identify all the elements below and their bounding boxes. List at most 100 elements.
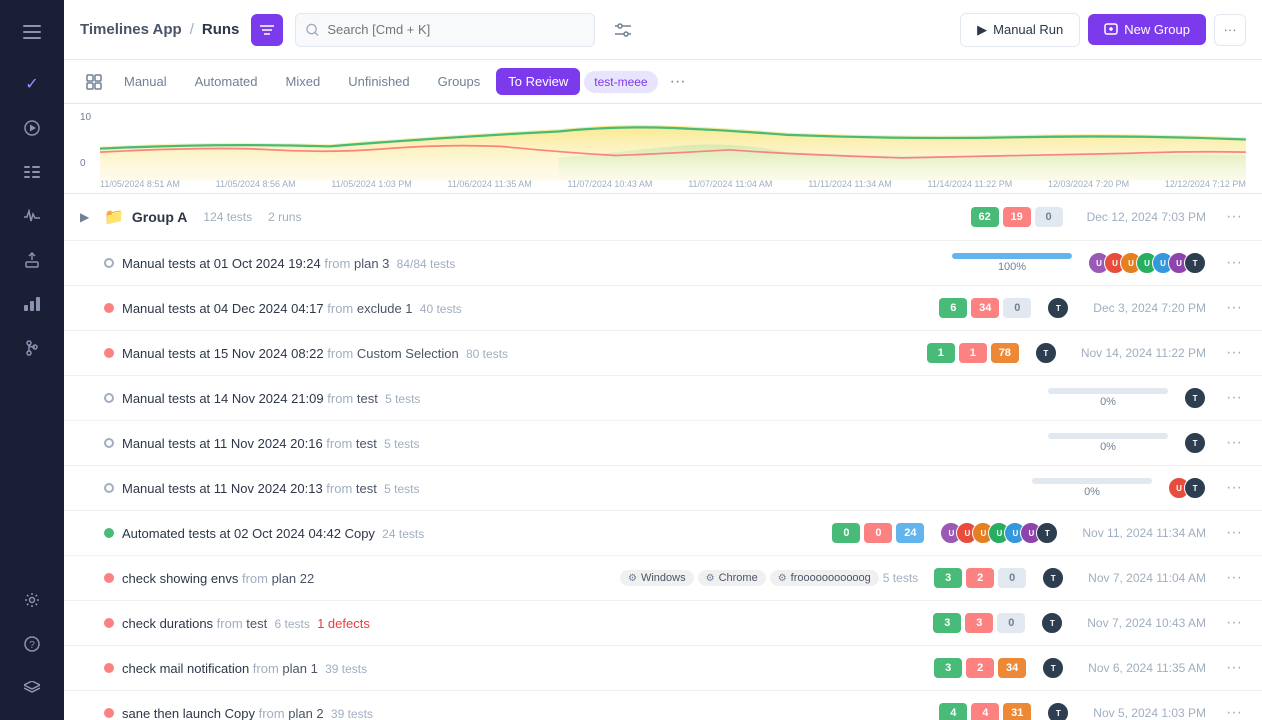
run-badges: 3 2 34 [934,658,1026,678]
avatars: T [1042,567,1064,589]
badge-red: 0 [864,523,892,543]
progress-bar: 100% [952,253,1072,273]
run-more-button[interactable]: ··· [1222,250,1246,276]
run-more-button[interactable]: ··· [1222,340,1246,366]
tabs-bar: Manual Automated Mixed Unfinished Groups… [64,60,1262,104]
breadcrumb: Timelines App / Runs [80,21,239,38]
tab-to-review[interactable]: To Review [496,68,580,95]
run-row[interactable]: check showing envs from plan 22 ⚙Windows… [64,556,1262,601]
sidebar-chart-icon[interactable] [12,284,52,324]
run-row[interactable]: sane then launch Copy from plan 2 39 tes… [64,691,1262,720]
chart-ts-2: 11/05/2024 8:56 AM [216,179,296,189]
run-row[interactable]: check durations from test 6 tests 1 defe… [64,601,1262,646]
run-more-button[interactable]: ··· [1222,430,1246,456]
avatar: T [1047,297,1069,319]
run-row[interactable]: Automated tests at 02 Oct 2024 04:42 Cop… [64,511,1262,556]
run-row[interactable]: Manual tests at 11 Nov 2024 20:13 from t… [64,466,1262,511]
sidebar-check-icon[interactable]: ✓ [12,64,52,104]
group-more-button[interactable]: ··· [1222,204,1246,230]
tab-automated[interactable]: Automated [183,68,270,95]
run-more-button[interactable]: ··· [1222,700,1246,720]
status-icon [104,348,114,358]
run-more-button[interactable]: ··· [1222,520,1246,546]
expand-button[interactable]: ▶ [80,210,96,224]
run-timestamp: Nov 7, 2024 11:04 AM [1088,571,1206,585]
tab-groups[interactable]: Groups [426,68,493,95]
filter-button[interactable] [251,14,283,46]
run-name: Automated tests at 02 Oct 2024 04:42 Cop… [122,526,824,541]
group-tests-count: 124 tests [203,210,252,224]
run-more-button[interactable]: ··· [1222,565,1246,591]
sidebar-branch-icon[interactable] [12,328,52,368]
avatar: T [1184,432,1206,454]
chart-ts-9: 12/03/2024 7:20 PM [1048,179,1129,189]
chart-ts-4: 11/06/2024 11:35 AM [448,179,532,189]
run-row[interactable]: Manual tests at 11 Nov 2024 20:16 from t… [64,421,1262,466]
status-icon [104,393,114,403]
progress-bar: 0% [1048,433,1168,453]
sidebar-layers-icon[interactable] [12,668,52,708]
chart-ts-6: 11/07/2024 11:04 AM [688,179,772,189]
adjust-icon[interactable] [607,14,639,46]
run-timestamp: Dec 3, 2024 7:20 PM [1093,301,1206,315]
group-row[interactable]: ▶ 📁 Group A 124 tests 2 runs 62 19 0 Dec… [64,194,1262,241]
run-row[interactable]: Manual tests at 14 Nov 2024 21:09 from t… [64,376,1262,421]
table-area: ▶ 📁 Group A 124 tests 2 runs 62 19 0 Dec… [64,194,1262,720]
avatar: T [1184,252,1206,274]
badge-green: 3 [934,658,962,678]
search-input[interactable] [327,22,584,37]
group-name: Group A [132,209,187,225]
run-more-button[interactable]: ··· [1222,295,1246,321]
run-name: check showing envs from plan 22 [122,571,612,586]
run-timestamp: Nov 14, 2024 11:22 PM [1081,346,1206,360]
app-name: Timelines App [80,21,182,38]
new-group-icon [1104,23,1118,37]
avatar: T [1184,387,1206,409]
search-box[interactable] [295,13,595,47]
sidebar-menu-icon[interactable] [12,12,52,52]
chart-label-0: 0 [80,158,86,169]
sidebar-list-icon[interactable] [12,152,52,192]
badge-gray: 0 [997,613,1025,633]
tab-mixed[interactable]: Mixed [274,68,333,95]
avatars: U U U U U U T [1088,252,1206,274]
badge-red: 4 [971,703,999,720]
tab-all-icon[interactable] [80,68,108,96]
run-row[interactable]: check mail notification from plan 1 39 t… [64,646,1262,691]
new-group-label: New Group [1124,22,1190,37]
run-row[interactable]: Manual tests at 15 Nov 2024 08:22 from C… [64,331,1262,376]
new-group-button[interactable]: New Group [1088,14,1206,45]
sidebar-upload-icon[interactable] [12,240,52,280]
chart-ts-7: 11/11/2024 11:34 AM [808,179,892,189]
tab-test-meee[interactable]: test-meee [584,71,657,93]
run-more-button[interactable]: ··· [1222,655,1246,681]
run-row[interactable]: Manual tests at 04 Dec 2024 04:17 from e… [64,286,1262,331]
tabs-more-button[interactable]: ··· [662,69,694,95]
avatars: T [1184,432,1206,454]
sidebar-settings-icon[interactable] [12,580,52,620]
run-more-button[interactable]: ··· [1222,610,1246,636]
run-name: Manual tests at 04 Dec 2024 04:17 from e… [122,301,931,316]
header-more-button[interactable]: ··· [1214,14,1246,46]
run-more-button[interactable]: ··· [1222,475,1246,501]
sidebar: ✓ ? [0,0,64,720]
svg-text:?: ? [29,640,35,651]
run-more-button[interactable]: ··· [1222,385,1246,411]
chart-ts-10: 12/12/2024 7:12 PM [1165,179,1246,189]
manual-run-button[interactable]: ▶ Manual Run [960,13,1080,47]
group-runs-count: 2 runs [268,210,301,224]
sidebar-play-icon[interactable] [12,108,52,148]
tag-windows: ⚙Windows [620,570,694,586]
avatar: T [1184,477,1206,499]
status-icon [104,438,114,448]
sidebar-activity-icon[interactable] [12,196,52,236]
badge-orange: 78 [991,343,1019,363]
status-icon [104,618,114,628]
run-name: Manual tests at 15 Nov 2024 08:22 from C… [122,346,919,361]
run-row[interactable]: Manual tests at 01 Oct 2024 19:24 from p… [64,241,1262,286]
avatars: T [1042,657,1064,679]
tag-froo: ⚙frooooooooooog [770,570,879,586]
tab-unfinished[interactable]: Unfinished [336,68,421,95]
sidebar-help-icon[interactable]: ? [12,624,52,664]
tab-manual[interactable]: Manual [112,68,179,95]
